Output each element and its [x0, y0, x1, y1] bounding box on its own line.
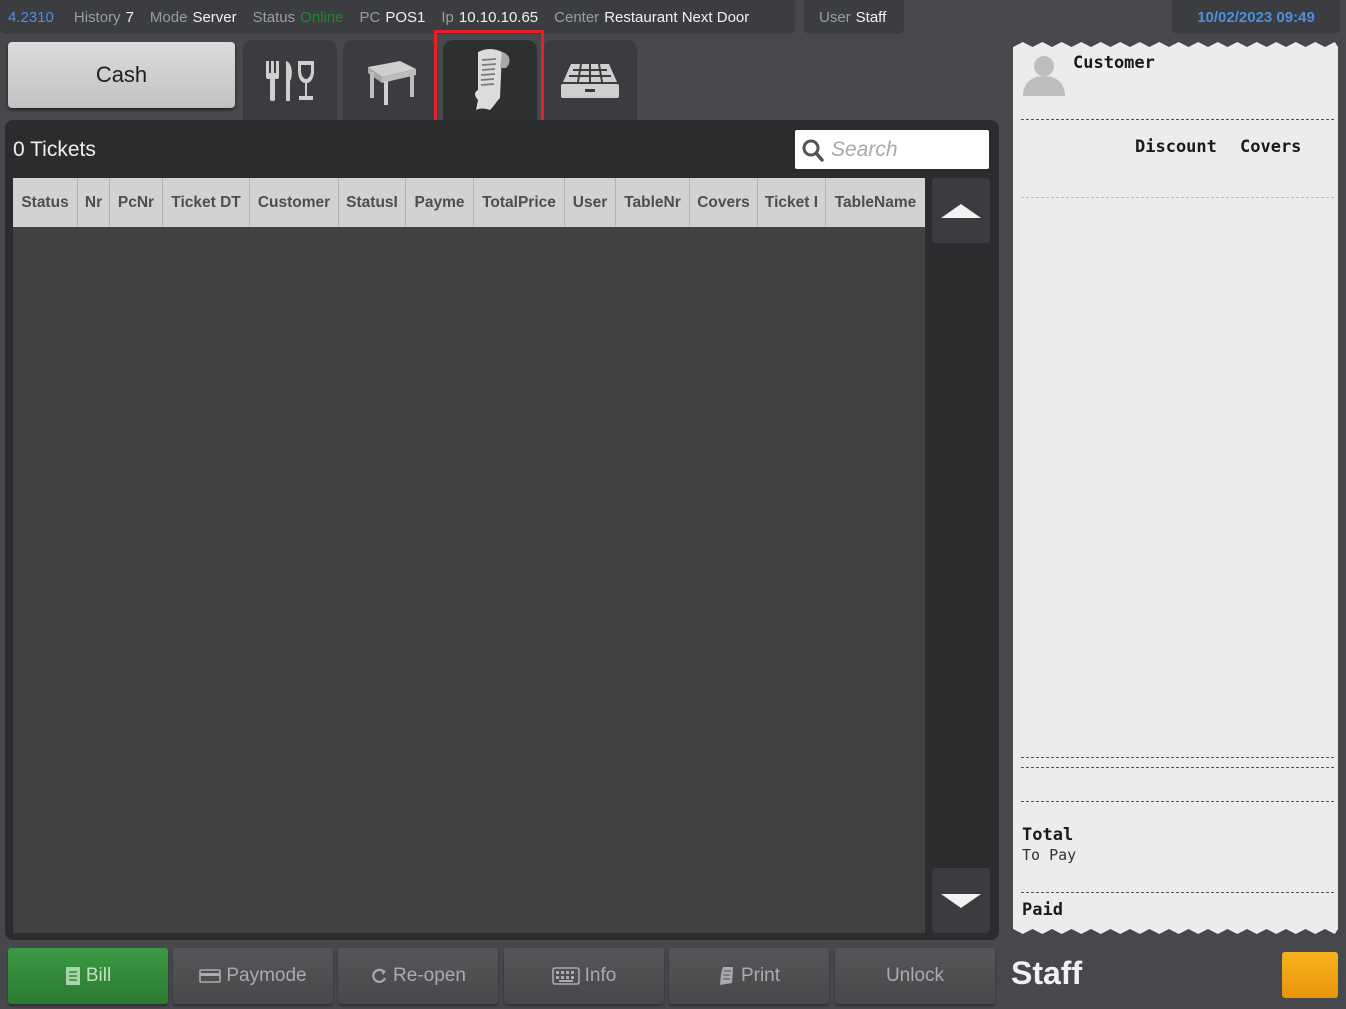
column-header[interactable]: PcNr — [110, 178, 163, 227]
column-header[interactable]: Nr — [78, 178, 110, 227]
ip-label: Ip — [441, 8, 454, 26]
tickets-grid[interactable]: Status Nr PcNr Ticket DT Customer Status… — [13, 178, 925, 933]
receipt-divider — [1021, 119, 1334, 120]
column-header[interactable]: Covers — [690, 178, 758, 227]
cash-drawer-tab[interactable] — [543, 40, 637, 122]
cash-drawer-icon — [561, 63, 619, 98]
receipt-divider — [1021, 892, 1334, 893]
mode-label: Mode — [149, 8, 188, 26]
datetime-display: 10/02/2023 09:49 — [1172, 0, 1340, 34]
ticket-count: 0 Tickets — [13, 138, 96, 161]
status-info-bar: 4.2310 History 7 Mode Server Status Onli… — [0, 0, 795, 34]
print-receipt-icon — [719, 967, 733, 985]
scroll-down-button[interactable] — [932, 868, 990, 933]
center-label: Center — [554, 8, 600, 26]
pc-label: PC — [359, 8, 381, 26]
bill-label: Bill — [85, 965, 112, 986]
bill-button[interactable]: Bill — [8, 948, 168, 1004]
print-label: Print — [740, 965, 781, 986]
reopen-button[interactable]: Re-open — [338, 948, 498, 1004]
pc-value: POS1 — [385, 8, 426, 26]
receipt-divider — [1021, 801, 1334, 802]
customer-label: Customer — [1073, 53, 1155, 73]
status-label: Status — [252, 8, 296, 26]
refresh-icon — [372, 968, 387, 983]
column-header[interactable]: TotalPrice — [474, 178, 565, 227]
user-label: User — [819, 8, 851, 26]
column-header[interactable]: User — [565, 178, 616, 227]
table-icon — [368, 61, 416, 105]
receipt-icon — [475, 49, 510, 110]
column-header[interactable]: Ticket I — [758, 178, 826, 227]
staff-color-button[interactable] — [1282, 952, 1338, 998]
receipt-panel: Customer Discount Covers Total To Pay Pa… — [1013, 42, 1338, 934]
unlock-label: Unlock — [885, 965, 945, 986]
to-pay-label: To Pay — [1022, 846, 1077, 864]
unlock-button[interactable]: Unlock — [835, 948, 995, 1004]
version-number: 4.2310 — [8, 8, 54, 26]
column-header[interactable]: TableName — [826, 178, 925, 227]
bill-icon — [65, 967, 80, 985]
column-header[interactable]: Ticket DT — [163, 178, 250, 227]
search-input[interactable] — [829, 136, 989, 163]
tickets-tab[interactable] — [443, 40, 537, 122]
user-info: User Staff — [804, 0, 904, 34]
paymode-button[interactable]: Paymode — [173, 948, 333, 1004]
search-box[interactable] — [795, 130, 989, 169]
fork-knife-glass-icon — [266, 61, 314, 101]
arrow-up-icon — [941, 203, 981, 218]
credit-card-icon — [199, 969, 222, 983]
column-header[interactable]: Customer — [250, 178, 339, 227]
paid-label: Paid — [1022, 900, 1063, 920]
search-icon — [802, 139, 824, 162]
column-header[interactable]: TableNr — [616, 178, 690, 227]
info-button[interactable]: Info — [504, 948, 664, 1004]
history-label: History — [73, 8, 121, 26]
status-value: Online — [300, 8, 344, 26]
ip-value: 10.10.10.65 — [458, 8, 539, 26]
center-value: Restaurant Next Door — [604, 8, 750, 26]
covers-label: Covers — [1240, 137, 1302, 157]
column-header[interactable]: Status — [13, 178, 78, 227]
reopen-label: Re-open — [393, 965, 466, 986]
receipt-divider — [1021, 197, 1334, 198]
column-header[interactable]: StatusI — [339, 178, 406, 227]
paymode-label: Paymode — [226, 965, 307, 986]
staff-name: Staff — [1011, 955, 1083, 991]
menu-tab[interactable] — [243, 40, 337, 122]
mode-value: Server — [192, 8, 237, 26]
history-value: 7 — [125, 8, 134, 26]
receipt-divider — [1021, 757, 1334, 758]
info-label: Info — [584, 965, 617, 986]
cash-button[interactable]: Cash — [8, 42, 235, 108]
grid-header: Status Nr PcNr Ticket DT Customer Status… — [13, 178, 925, 227]
receipt-divider — [1021, 767, 1334, 768]
total-label: Total — [1022, 825, 1074, 845]
tables-tab[interactable] — [343, 40, 437, 122]
keyboard-icon — [551, 967, 580, 985]
datetime-value: 10/02/2023 09:49 — [1197, 8, 1315, 26]
customer-avatar-icon — [1019, 52, 1069, 98]
scroll-up-button[interactable] — [932, 178, 990, 243]
column-header[interactable]: Payme — [406, 178, 474, 227]
print-button[interactable]: Print — [669, 948, 829, 1004]
discount-label: Discount — [1135, 137, 1217, 157]
status-bar: 4.2310 History 7 Mode Server Status Onli… — [0, 0, 1346, 36]
arrow-down-icon — [941, 893, 981, 908]
user-value: Staff — [855, 8, 887, 26]
